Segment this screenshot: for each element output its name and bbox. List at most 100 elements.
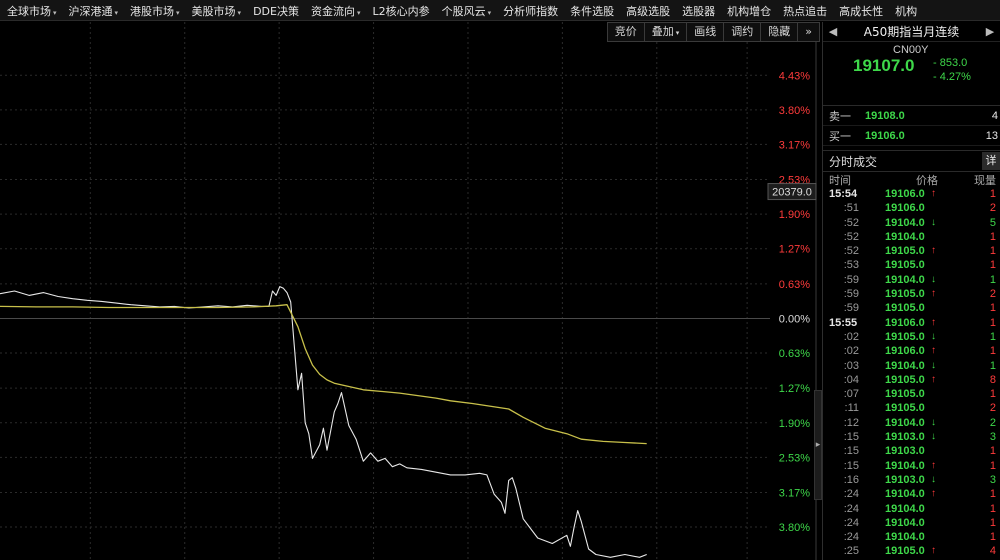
draw-line-button[interactable]: 画线 [687,22,725,42]
no-change-marker [931,387,945,401]
trade-price: 19104.0 [885,416,925,429]
trade-row: :59 19104.0 ↓ 1 [823,273,1000,287]
trade-time: 15:54 [829,188,858,200]
trade-row: :59 19105.0 ↑ 2 [823,287,1000,301]
trade-price: 19103.0 [885,445,925,458]
trade-time: :24 [843,502,859,515]
arrow-down-icon: ↓ [931,473,936,485]
menu-item-label: 分析师指数 [503,5,559,18]
menu-item-label: DDE决策 [253,5,299,18]
menu-item[interactable]: 港股市场 ▾ [123,1,185,20]
trade-volume: 5 [989,216,996,229]
menu-item[interactable]: 热点追击 [776,1,832,20]
arrow-up-icon: ↑ [931,188,936,199]
menu-item[interactable]: 资金流向 ▾ [304,1,366,20]
menu-item[interactable]: 条件选股 [563,1,619,20]
collapse-panel-handle[interactable]: ▸ [814,390,822,500]
trade-price: 19105.0 [885,545,925,558]
arrow-up-icon: ↑ [931,245,936,257]
menu-item[interactable]: 分析师指数 [496,1,563,20]
trade-price: 19104.0 [885,516,925,529]
trade-row: :24 19104.0 1 [823,530,1000,544]
menu-item[interactable]: 全球市场 ▾ [0,1,62,20]
trade-time: :07 [843,388,859,401]
trade-volume: 1 [989,359,996,372]
auction-button[interactable]: 竞价 [606,22,645,42]
trade-volume: 1 [989,516,996,529]
trade-time: :15 [843,459,859,472]
change-percent: - 4.27% [933,71,971,83]
chart-toolbar: 竞价 叠加 ▾ 画线 调约 隐藏 » [606,22,820,42]
trade-row: :15 19103.0 ↓ 3 [823,430,1000,444]
trade-volume: 2 [989,402,996,415]
menu-item[interactable]: 沪深港通 ▾ [62,1,124,20]
trade-price: 19104.0 [885,359,925,372]
detail-button[interactable]: 详 [982,152,1000,170]
chevron-down-icon: ▾ [176,9,180,17]
trade-row: :25 19105.0 ↑ 4 [823,544,1000,558]
trades-title: 分时成交 [829,154,878,169]
trade-price: 19104.0 [885,273,925,286]
trade-price: 19105.0 [885,259,925,272]
trade-volume: 1 [989,531,996,544]
adjust-button[interactable]: 调约 [724,22,762,42]
trade-price: 19105.0 [885,388,925,401]
trade-volume: 3 [989,473,996,486]
ask-price: 19108.0 [865,109,905,122]
average-price-line [0,304,647,445]
panel-title-row: ◀ A50期指当月连续 ▶ [823,22,1000,42]
arrow-up-icon: ↑ [931,316,936,328]
trade-price: 19104.0 [885,488,925,501]
trade-volume: 1 [989,259,996,272]
axis-tick-label: 4.43% [779,70,810,82]
top-menu-bar: 全球市场 ▾ 沪深港通 ▾ 港股市场 ▾ 美股市场 ▾ DDE决策 资金流向 ▾ L2核心内参 个股风云… [0,0,1000,21]
trade-volume: 1 [989,445,996,458]
bid-row: 买一 19106.0 13 [823,126,1000,146]
trade-price: 19106.0 [885,202,925,215]
axis-tick-label: 3.17% [779,139,810,151]
menu-item[interactable]: 机构 [888,1,922,20]
menu-item[interactable]: 美股市场 ▾ [185,1,247,20]
menu-item[interactable]: DDE决策 [246,1,304,20]
trade-price: 19103.0 [885,473,925,486]
trade-row: :07 19105.0 1 [823,387,1000,401]
trade-price: 19105.0 [885,302,925,315]
col-time: 时间 [829,173,851,187]
overlay-button[interactable]: 叠加 ▾ [644,22,688,42]
menu-item[interactable]: 选股器 [675,1,720,20]
hide-button[interactable]: 隐藏 [761,22,799,42]
trade-time: :02 [843,330,859,343]
trade-time: :03 [843,359,859,372]
menu-item[interactable]: 机构增仓 [720,1,776,20]
trade-time: :15 [843,431,859,444]
trade-price: 19106.0 [885,345,925,358]
prev-arrow-icon[interactable]: ◀ [823,25,843,38]
bid-qty: 13 [985,129,998,142]
arrow-down-icon: ↓ [931,216,936,228]
expand-icon[interactable]: » [798,22,820,42]
trade-time: :53 [843,259,859,272]
menu-item[interactable]: L2核心内参 [365,1,434,20]
no-change-marker [931,444,945,458]
trade-row: :52 19105.0 ↑ 1 [823,244,1000,258]
trades-list[interactable]: 15:54 19106.0 ↑ 1:51 19106.0 2:52 19104.0 ↓ 5:52… [823,187,1000,560]
trade-time: :52 [843,245,859,258]
chevron-down-icon: ▾ [356,9,361,17]
trade-time: :04 [843,373,859,386]
menu-item-label: 热点追击 [783,5,828,18]
menu-item[interactable]: 高成长性 [832,1,888,20]
trade-row: :03 19104.0 ↓ 1 [823,359,1000,373]
menu-item[interactable]: 个股风云 ▾ [435,1,497,20]
trade-price: 19105.0 [885,373,925,386]
next-arrow-icon[interactable]: ▶ [980,25,1000,38]
trade-volume: 1 [989,302,996,315]
trade-price: 19104.0 [885,459,925,472]
trade-time: :59 [843,302,859,315]
menu-item[interactable]: 高级选股 [619,1,675,20]
menu-item-label: 个股风云 [441,5,486,18]
arrow-down-icon: ↓ [931,330,936,342]
trade-row: :02 19105.0 ↓ 1 [823,330,1000,344]
axis-tick-label: 3.17% [779,487,810,499]
chevron-down-icon: ▾ [237,9,242,17]
trade-time: :15 [843,445,859,458]
